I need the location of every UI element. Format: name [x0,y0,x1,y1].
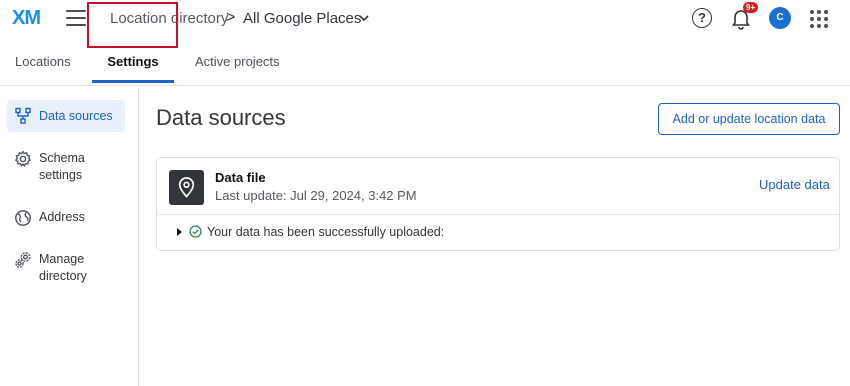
sidebar-item-label: Manage directory [39,252,87,283]
top-bar: XM Location directory > All Google Place… [0,0,850,38]
sidebar-item-manage-directory[interactable]: Manage directory [7,251,125,287]
data-sources-icon [15,107,31,124]
gears-icon [15,252,31,268]
last-update-text: Last update: Jul 29, 2024, 3:42 PM [215,188,417,203]
caret-right-icon[interactable] [176,227,183,237]
chevron-down-icon[interactable] [358,12,370,24]
location-pin-icon [169,170,204,205]
breadcrumb-separator: > [226,9,236,26]
success-check-icon [189,225,202,238]
sidebar-item-label: Data sources [39,109,113,123]
tab-settings[interactable]: Settings [88,39,178,85]
apps-grid-icon[interactable] [810,10,828,28]
menu-icon[interactable] [66,10,86,26]
card-header: Data file Last update: Jul 29, 2024, 3:4… [157,158,839,215]
sidebar-item-address[interactable]: Address [7,209,125,229]
page-title: Data sources [156,105,286,130]
breadcrumb-current[interactable]: All Google Places [243,10,361,27]
help-icon[interactable]: ? [692,8,712,28]
avatar[interactable]: C [769,7,791,29]
sidebar-item-schema-settings[interactable]: Schema settings [7,150,125,186]
sidebar-item-label: Schema settings [39,151,85,182]
xm-logo[interactable]: XM [12,7,41,30]
data-file-title: Data file [215,170,266,185]
gear-icon [15,150,31,167]
tab-active-projects[interactable]: Active projects [195,39,280,85]
globe-icon [15,210,31,226]
sidebar-item-data-sources[interactable]: Data sources [7,100,125,132]
breadcrumb-parent[interactable]: Location directory [110,10,228,27]
data-file-card: Data file Last update: Jul 29, 2024, 3:4… [156,157,840,251]
tab-locations[interactable]: Locations [15,39,71,85]
upload-success-message: Your data has been successfully uploaded… [207,225,445,239]
update-data-link[interactable]: Update data [759,177,830,192]
sidebar-item-label: Address [39,210,85,224]
upload-status-row[interactable]: Your data has been successfully uploaded… [157,216,839,250]
notification-badge: 9+ [743,2,759,13]
sidebar: Data sources Schema settings Address Man… [0,87,139,386]
tab-bar: Locations Settings Active projects [0,39,850,86]
add-location-data-button[interactable]: Add or update location data [658,103,840,135]
